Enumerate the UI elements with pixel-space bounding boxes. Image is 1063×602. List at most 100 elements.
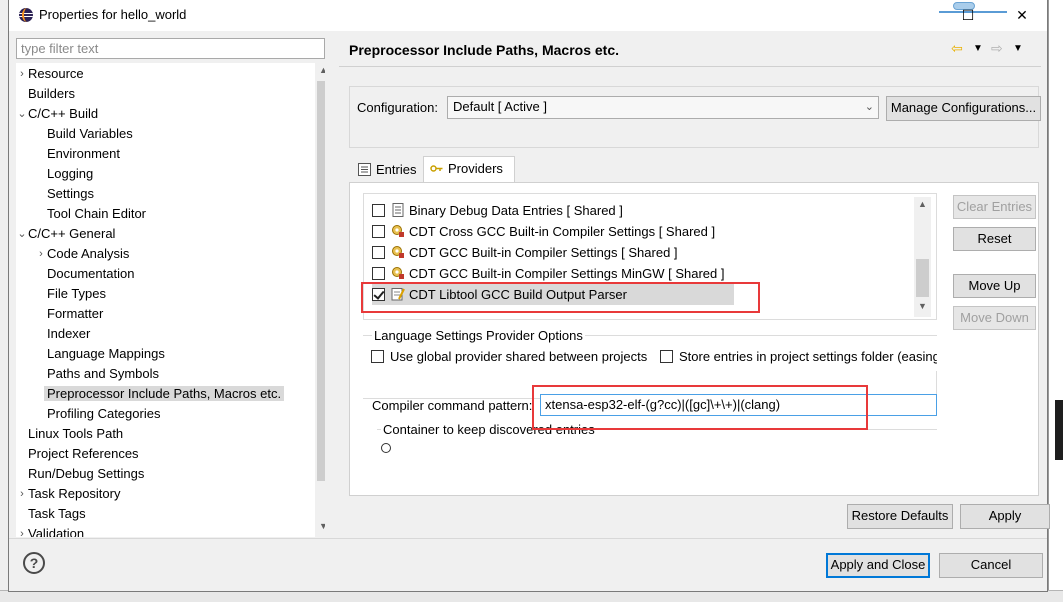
tree-item-label: Resource bbox=[28, 66, 84, 81]
scroll-up-icon[interactable]: ▲ bbox=[315, 65, 325, 75]
tree-item[interactable]: Task Tags bbox=[28, 504, 86, 524]
tree-item[interactable]: › Resource bbox=[20, 64, 84, 84]
tree-item[interactable]: › Task Repository bbox=[20, 484, 121, 504]
provider-row[interactable]: CDT GCC Built-in Compiler Settings [ Sha… bbox=[372, 242, 678, 263]
tree-item[interactable]: ⌄ C/C++ Build bbox=[17, 104, 98, 124]
tree-item[interactable]: Preprocessor Include Paths, Macros etc. bbox=[44, 384, 285, 404]
providers-scrollbar[interactable]: ▲ ▼ bbox=[914, 197, 931, 317]
tree-item[interactable]: Tool Chain Editor bbox=[47, 204, 146, 224]
minimize-icon[interactable] bbox=[899, 0, 945, 31]
scroll-up-icon[interactable]: ▲ bbox=[914, 199, 931, 209]
container-radio[interactable] bbox=[381, 443, 391, 453]
move-up-button[interactable]: Move Up bbox=[953, 274, 1036, 298]
provider-checkbox[interactable] bbox=[372, 246, 385, 259]
compiler-command-label: Compiler command pattern: bbox=[372, 398, 533, 413]
help-icon[interactable]: ? bbox=[23, 552, 45, 574]
tab-entries[interactable]: Entries bbox=[352, 158, 422, 183]
back-arrow-icon[interactable]: ⇦ bbox=[951, 40, 963, 57]
apply-button[interactable]: Apply bbox=[960, 504, 1050, 529]
window-title: Properties for hello_world bbox=[39, 7, 187, 22]
tree-item-label: Task Tags bbox=[28, 506, 86, 521]
filter-input[interactable]: type filter text bbox=[16, 38, 325, 59]
tab-entries-label: Entries bbox=[376, 162, 417, 177]
clear-entries-button[interactable]: Clear Entries bbox=[953, 195, 1036, 219]
tree-item[interactable]: Settings bbox=[47, 184, 94, 204]
tree-item[interactable]: Profiling Categories bbox=[47, 404, 160, 424]
tree-item[interactable]: Logging bbox=[47, 164, 93, 184]
scrollbar-thumb[interactable] bbox=[317, 81, 325, 481]
tree-item-label: Code Analysis bbox=[47, 246, 130, 261]
close-button[interactable]: ✕ bbox=[999, 0, 1045, 31]
highlight-box-command bbox=[532, 385, 868, 430]
use-global-label: Use global provider shared between proje… bbox=[390, 349, 648, 364]
chevron-down-icon[interactable]: ⌄ bbox=[16, 104, 28, 124]
move-down-button[interactable]: Move Down bbox=[953, 306, 1036, 330]
provider-row[interactable]: CDT GCC Built-in Compiler Settings MinGW… bbox=[372, 263, 724, 284]
tree-item-label: Indexer bbox=[47, 326, 91, 341]
chevron-right-icon[interactable]: › bbox=[35, 244, 47, 264]
footer-separator bbox=[9, 538, 1047, 539]
tree-item[interactable]: Formatter bbox=[47, 304, 103, 324]
tree-item[interactable]: ⌄ C/C++ General bbox=[17, 224, 115, 244]
tree-item[interactable]: Indexer bbox=[47, 324, 90, 344]
tree-item[interactable]: Project References bbox=[28, 444, 139, 464]
tree-item-label: Paths and Symbols bbox=[47, 366, 160, 381]
tree-item-label: Validation bbox=[28, 526, 85, 537]
tree-item-label: Linux Tools Path bbox=[28, 426, 124, 441]
provider-row[interactable]: CDT Cross GCC Built-in Compiler Settings… bbox=[372, 221, 715, 242]
tree-item[interactable]: Builders bbox=[28, 84, 75, 104]
tree-item[interactable]: Linux Tools Path bbox=[28, 424, 123, 444]
eclipse-icon bbox=[19, 8, 33, 22]
tree-item-label: Profiling Categories bbox=[47, 406, 161, 421]
apply-and-close-button[interactable]: Apply and Close bbox=[826, 553, 930, 578]
forward-arrow-icon[interactable]: ⇨ bbox=[991, 40, 1003, 57]
scrollbar-thumb[interactable] bbox=[916, 259, 929, 297]
highlight-box-provider bbox=[361, 282, 760, 313]
scroll-down-icon[interactable]: ▼ bbox=[914, 301, 931, 311]
provider-label: Binary Debug Data Entries [ Shared ] bbox=[409, 203, 623, 218]
tree-item[interactable]: › Code Analysis bbox=[39, 244, 130, 264]
properties-dialog: Properties for hello_world ☐ ✕ type filt… bbox=[8, 0, 1050, 592]
tree-item[interactable]: › Validation bbox=[20, 524, 85, 537]
reset-button[interactable]: Reset bbox=[953, 227, 1036, 251]
provider-checkbox[interactable] bbox=[372, 225, 385, 238]
tab-providers[interactable]: Providers bbox=[423, 156, 515, 183]
use-global-checkbox[interactable] bbox=[371, 350, 384, 363]
manage-configurations-button[interactable]: Manage Configurations... bbox=[886, 96, 1041, 121]
cancel-button[interactable]: Cancel bbox=[939, 553, 1043, 578]
tree-item-label: Settings bbox=[47, 186, 94, 201]
configuration-label: Configuration: bbox=[357, 100, 438, 115]
restore-defaults-button[interactable]: Restore Defaults bbox=[847, 504, 953, 529]
chevron-right-icon[interactable]: › bbox=[16, 524, 28, 537]
use-global-option[interactable]: Use global provider shared between proje… bbox=[371, 349, 647, 364]
tree-item-label: Task Repository bbox=[28, 486, 121, 501]
tree-item[interactable]: File Types bbox=[47, 284, 106, 304]
chevron-right-icon[interactable]: › bbox=[16, 64, 28, 84]
provider-checkbox[interactable] bbox=[372, 204, 385, 217]
maximize-button[interactable]: ☐ bbox=[945, 0, 991, 31]
title-bar: Properties for hello_world ☐ ✕ bbox=[9, 0, 1047, 31]
back-menu-chevron-icon[interactable]: ▼ bbox=[973, 43, 983, 54]
configuration-select[interactable]: Default [ Active ] ⌄ bbox=[447, 96, 879, 119]
forward-menu-chevron-icon[interactable]: ▼ bbox=[1013, 43, 1023, 54]
tree-item-label: Preprocessor Include Paths, Macros etc. bbox=[44, 386, 285, 401]
background-panel bbox=[1055, 400, 1063, 460]
tree-item[interactable]: Paths and Symbols bbox=[47, 364, 159, 384]
tree-item[interactable]: Documentation bbox=[47, 264, 134, 284]
tree-item[interactable]: Build Variables bbox=[47, 124, 133, 144]
tree-item[interactable]: Run/Debug Settings bbox=[28, 464, 144, 484]
tree-item[interactable]: Language Mappings bbox=[47, 344, 165, 364]
store-entries-checkbox[interactable] bbox=[660, 350, 673, 363]
provider-label: CDT GCC Built-in Compiler Settings MinGW… bbox=[409, 266, 725, 281]
provider-checkbox[interactable] bbox=[372, 267, 385, 280]
tree-scrollbar[interactable]: ▲ ▼ bbox=[315, 63, 325, 537]
scroll-down-icon[interactable]: ▼ bbox=[315, 521, 325, 531]
store-entries-option[interactable]: Store entries in project settings folder… bbox=[660, 349, 937, 364]
gear-icon bbox=[392, 225, 404, 237]
gear-icon bbox=[392, 267, 404, 279]
chevron-right-icon[interactable]: › bbox=[16, 484, 28, 504]
chevron-down-icon[interactable]: ⌄ bbox=[16, 224, 28, 244]
store-entries-label: Store entries in project settings folder… bbox=[679, 349, 937, 364]
tree-item[interactable]: Environment bbox=[47, 144, 120, 164]
provider-row[interactable]: Binary Debug Data Entries [ Shared ] bbox=[372, 200, 623, 221]
